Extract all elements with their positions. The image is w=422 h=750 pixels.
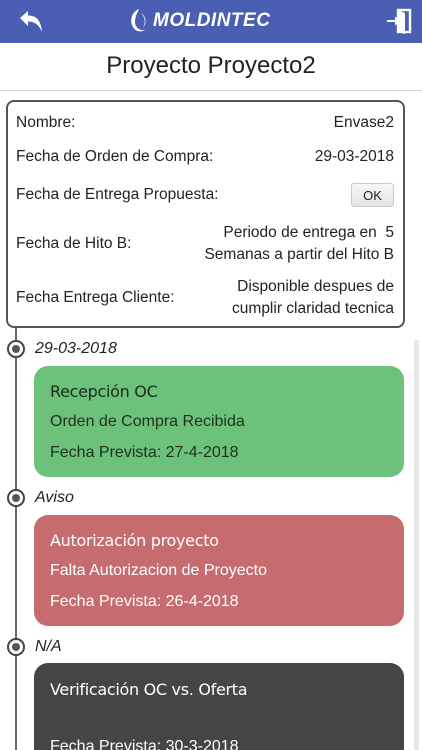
event-title: Recepción OC [50,382,158,401]
nombre-value: Envase2 [333,114,394,131]
event-card-verificacion-oc[interactable]: Verificación OC vs. Oferta Fecha Previst… [34,663,404,750]
event-date: Fecha Prevista: 27-4-2018 [50,444,239,461]
timeline-label: N/A [35,638,62,655]
info-row-nombre: Nombre: Envase2 [16,112,394,134]
info-row-entrega-cliente: Fecha Entrega Cliente: Disponible despue… [16,276,394,320]
orden-compra-value: 29-03-2018 [314,148,394,165]
event-title: Verificación OC vs. Oferta [50,680,248,699]
ok-button[interactable]: OK [351,183,394,207]
entrega-cliente-value-line2: cumplir claridad tecnica [232,300,394,317]
hito-b-value-line2: Semanas a partir del Hito B [204,246,394,263]
entrega-propuesta-label: Fecha de Entrega Propuesta: [16,186,219,203]
timeline-node-icon [7,638,25,656]
entrega-cliente-label: Fecha Entrega Cliente: [16,289,175,306]
event-date: Fecha Prevista: 26-4-2018 [50,593,239,610]
hito-b-value-line1: Periodo de entrega en 5 [223,224,394,241]
entrega-cliente-value-line1: Disponible despues de [237,278,394,295]
event-title: Autorización proyecto [50,531,219,550]
info-row-orden-compra: Fecha de Orden de Compra: 29-03-2018 [16,146,394,168]
orden-compra-label: Fecha de Orden de Compra: [16,148,214,165]
top-app-bar: MOLDINTEC [0,0,422,43]
info-row-hito-b: Fecha de Hito B: Periodo de entrega en 5… [16,222,394,266]
moldintec-logo-icon [131,9,146,32]
timeline-label: 29-03-2018 [35,340,117,357]
event-description: Falta Autorizacion de Proyecto [50,562,268,579]
timeline-node-icon [7,340,25,358]
scrollbar[interactable] [414,340,419,750]
timeline-node-icon [7,489,25,507]
back-arrow-icon[interactable] [16,8,46,36]
hito-b-value: Periodo de entrega en 5 Semanas a partir… [204,222,394,266]
entrega-cliente-value: Disponible despues de cumplir claridad t… [232,276,394,320]
event-card-recepcion-oc[interactable]: Recepción OC Orden de Compra Recibida Fe… [34,366,404,477]
info-row-entrega-propuesta: Fecha de Entrega Propuesta: OK [16,182,394,208]
timeline-line [15,328,17,750]
brand-name: MOLDINTEC [153,10,271,31]
event-card-autorizacion-proyecto[interactable]: Autorización proyecto Falta Autorizacion… [34,515,404,626]
title-divider [0,90,422,91]
timeline-label: Aviso [35,489,74,506]
project-info-card: Nombre: Envase2 Fecha de Orden de Compra… [6,100,405,328]
hito-b-label: Fecha de Hito B: [16,235,132,252]
nombre-label: Nombre: [16,114,76,131]
brand-logo: MOLDINTEC [128,6,270,36]
exit-icon[interactable] [385,7,413,35]
page-title: Proyecto Proyecto2 [106,52,316,79]
event-date: Fecha Prevista: 30-3-2018 [50,738,239,750]
event-description: Orden de Compra Recibida [50,413,245,430]
